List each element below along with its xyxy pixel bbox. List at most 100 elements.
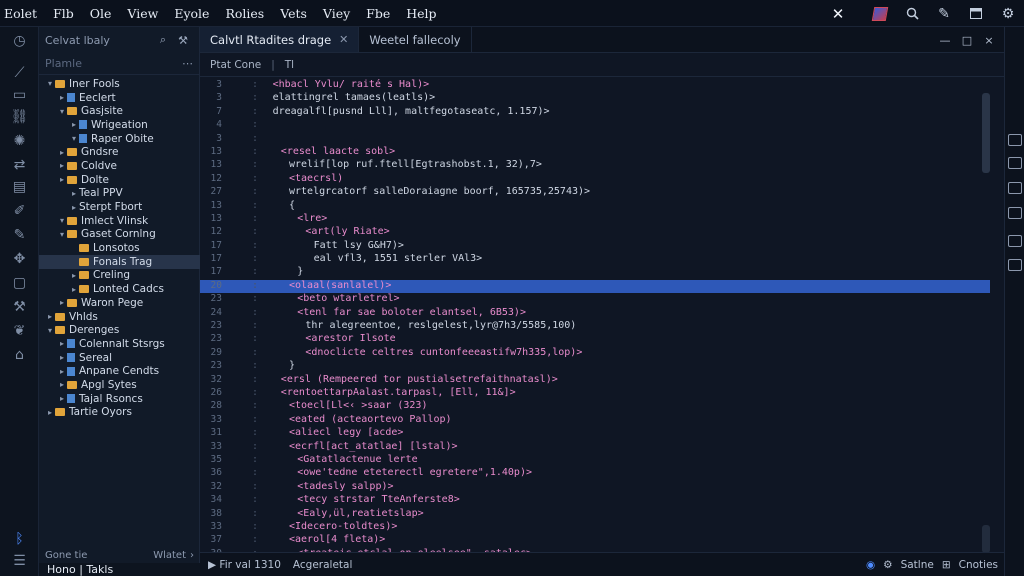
menu-item[interactable]: Help <box>398 6 444 21</box>
code-line[interactable]: 17: Fatt lsy G&H7)> <box>200 240 990 253</box>
tree-item[interactable]: ▸ Gndsre <box>39 145 200 159</box>
editor-tab[interactable]: Weetel fallecoly <box>359 27 472 52</box>
chevron-right-icon[interactable]: › <box>190 550 194 561</box>
tree-item[interactable]: ▾ Gasjsite <box>39 104 200 118</box>
tree-item[interactable]: ▸ Lonted Cadcs <box>39 282 200 296</box>
chevron-down-icon[interactable]: ▾ <box>57 216 67 225</box>
bluetooth-icon[interactable]: ᛒ <box>0 527 39 551</box>
explorer-icon[interactable]: ⟋ <box>0 61 39 85</box>
chevron-right-icon[interactable]: ▸ <box>45 312 55 321</box>
code-line[interactable]: 38: <Ealy,ül,reatietslap> <box>200 508 990 521</box>
code-line[interactable]: 31: <aliecl legy [acde> <box>200 427 990 440</box>
code-line[interactable]: 27: wrtelgrcatorf salleDoraiagne boorf, 1… <box>200 186 990 199</box>
home-icon[interactable]: ⌂ <box>0 343 39 367</box>
status-item[interactable]: Cnoties <box>959 559 998 571</box>
tree-item[interactable]: ▸ Eeclert <box>39 91 200 105</box>
more-icon[interactable]: ⋯ <box>182 57 193 70</box>
scrollbar-thumb-lower[interactable] <box>982 525 990 553</box>
tools-icon[interactable]: ⚒ <box>0 295 39 319</box>
window-panel-icon[interactable]: ▭ <box>0 83 39 107</box>
tree-item[interactable]: ▸ Coldve <box>39 159 200 173</box>
menu-item[interactable]: Rolies <box>217 6 272 21</box>
window-icon[interactable] <box>960 0 992 27</box>
tree-item[interactable]: ▸ Colennalt Stsrgs <box>39 337 200 351</box>
tree-item[interactable]: ▾ Imlect Vlinsk <box>39 214 200 228</box>
account-icon[interactable]: ☰ <box>0 549 39 573</box>
code-line[interactable]: 17: eal vfl3, 1551 sterler VAl3> <box>200 253 990 266</box>
chevron-right-icon[interactable]: ▸ <box>69 189 79 198</box>
chevron-right-icon[interactable]: ▸ <box>69 120 79 129</box>
code-line[interactable]: 13: { <box>200 200 990 213</box>
chevron-right-icon[interactable]: ▸ <box>69 203 79 212</box>
history-icon[interactable]: ◷ <box>0 29 39 53</box>
tree-item[interactable]: ▸ Tartie Oyors <box>39 406 200 420</box>
chevron-down-icon[interactable]: ▾ <box>45 79 55 88</box>
chevron-right-icon[interactable]: ▸ <box>57 161 67 170</box>
menu-item[interactable]: Eyole <box>166 6 217 21</box>
tree-item[interactable]: Fonals Trag <box>39 254 200 269</box>
breadcrumb-item[interactable]: Tl <box>285 59 294 71</box>
tree-item[interactable]: ▸ Creling <box>39 269 200 283</box>
menu-item[interactable]: Fbe <box>358 6 398 21</box>
code-line[interactable]: 23: <arestor Ilsote <box>200 333 990 346</box>
tree-item[interactable]: ▸ Teal PPV <box>39 187 200 201</box>
code-line[interactable]: 24: <tenl far sae boloter elantsel, 6B53)… <box>200 307 990 320</box>
chevron-right-icon[interactable]: ▸ <box>57 93 67 102</box>
chevron-right-icon[interactable]: ▸ <box>57 175 67 184</box>
chevron-down-icon[interactable]: ▾ <box>57 230 67 239</box>
code-view[interactable]: 3: <hbacl Yvlu/ raité s Hal)> 3: elattingre… <box>200 79 990 563</box>
code-line[interactable]: 12: <taecrsl) <box>200 173 990 186</box>
vertical-scrollbar[interactable] <box>982 93 990 173</box>
code-line[interactable]: 35: <Gatatlactenue lerte <box>200 454 990 467</box>
close-icon[interactable]: ✕ <box>822 0 854 27</box>
search-icon[interactable] <box>896 0 928 27</box>
menu-item[interactable]: Eolet <box>0 6 45 21</box>
code-line[interactable]: 13: <resel laacte sobl> <box>200 146 990 159</box>
code-line[interactable]: 34: <tecy strstar TteAnferste8> <box>200 494 990 507</box>
code-line[interactable]: 23:} <box>200 360 990 373</box>
flow-icon[interactable]: ⇄ <box>0 153 39 177</box>
settings-icon[interactable]: ⚙ <box>992 0 1024 27</box>
tree-item[interactable]: ▸ Dolte <box>39 173 200 187</box>
chevron-down-icon[interactable]: ▾ <box>69 134 79 143</box>
grid-icon[interactable]: ⊞ <box>942 559 951 571</box>
code-line[interactable]: 4: <box>200 119 990 132</box>
tree-item[interactable]: ▾ Gaset Cornlng <box>39 228 200 242</box>
breadcrumb-item[interactable]: Ptat Cone <box>210 59 261 71</box>
tree-item[interactable]: ▸ Vhlds <box>39 310 200 324</box>
panel-icon[interactable] <box>1008 259 1022 271</box>
chevron-right-icon[interactable]: ▸ <box>45 408 55 417</box>
minimize-icon[interactable]: — <box>934 34 956 47</box>
chevron-down-icon[interactable]: ▾ <box>57 107 67 116</box>
status-item[interactable]: Satlne <box>901 559 934 571</box>
tree-item[interactable]: ▾ Iner Fools <box>39 77 200 91</box>
chevron-right-icon[interactable]: ▸ <box>57 353 67 362</box>
tools-icon[interactable]: ⚒ <box>173 34 193 47</box>
panel-icon[interactable] <box>1008 157 1022 169</box>
tree-item[interactable]: ▸ Wrigeation <box>39 118 200 132</box>
extensions-icon[interactable]: ✥ <box>0 247 39 271</box>
tree-item[interactable]: ▾ Raper Obite <box>39 132 200 146</box>
tree-item[interactable]: ▸ Sterpt Fbort <box>39 200 200 214</box>
tree-item[interactable]: ▸ Anpane Cendts <box>39 364 200 378</box>
code-line[interactable]: 13: <lre> <box>200 213 990 226</box>
sidebar-footer-tabs[interactable]: Hono | Takls <box>39 563 200 576</box>
panel-icon[interactable] <box>1008 207 1022 219</box>
code-line[interactable]: 37: <aerol[4 fleta)> <box>200 534 990 547</box>
menu-item[interactable]: Flb <box>45 6 82 21</box>
pen-icon[interactable]: ✐ <box>0 199 39 223</box>
chevron-right-icon[interactable]: ▸ <box>57 394 67 403</box>
code-line[interactable]: 29: <dnoclicte celtres cuntonfeeeastifw7h… <box>200 347 990 360</box>
code-line[interactable]: 33: <Idecero-toldtes)> <box>200 521 990 534</box>
maximize-icon[interactable]: □ <box>956 34 978 47</box>
panel-icon[interactable] <box>1008 134 1022 146</box>
gear-icon[interactable]: ⚙ <box>883 559 892 571</box>
code-line[interactable]: 12: <art(ly Riate> <box>200 226 990 239</box>
tree-item[interactable]: ▸ Waron Pege <box>39 296 200 310</box>
chevron-down-icon[interactable]: ▾ <box>45 326 55 335</box>
code-line[interactable]: 33: <eated (acteaortevo Pallop) <box>200 414 990 427</box>
chevron-right-icon[interactable]: ▸ <box>57 339 67 348</box>
code-line[interactable]: 3: <box>200 133 990 146</box>
code-line[interactable]: 32: <ersl (Rempeered tor pustialsetrefait… <box>200 374 990 387</box>
debug-icon[interactable]: ✺ <box>0 129 39 153</box>
